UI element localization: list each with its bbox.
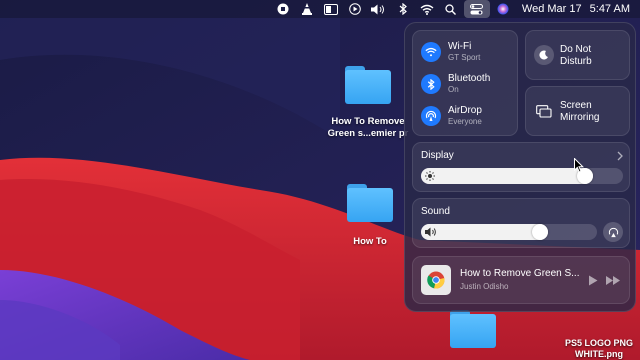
dnd-label: Do Not — [560, 44, 592, 55]
sound-label: Sound — [421, 206, 450, 217]
wifi-icon — [421, 42, 441, 62]
now-playing-title: How to Remove Green S... — [460, 268, 580, 279]
display-slider-fill — [421, 168, 593, 184]
dnd-label: Disturb — [560, 56, 592, 67]
sound-volume-slider[interactable] — [421, 224, 597, 240]
bluetooth-toggle[interactable]: Bluetooth On — [421, 73, 490, 95]
airdrop-icon — [421, 106, 441, 126]
airdrop-title: AirDrop — [448, 105, 482, 116]
wifi-icon[interactable] — [416, 0, 438, 18]
play-circle-icon[interactable] — [344, 0, 366, 18]
menu-bar: Wed Mar 17 5:47 AM — [0, 0, 640, 18]
chrome-icon — [421, 265, 451, 295]
search-icon[interactable] — [440, 0, 462, 18]
do-not-disturb-tile[interactable]: Do Not Disturb — [525, 30, 630, 80]
play-icon[interactable] — [588, 275, 598, 286]
desktop-file-ps5-logo-label[interactable]: PS5 LOGO PNG WHITE.png — [560, 338, 638, 360]
window-switcher-icon[interactable] — [320, 0, 342, 18]
screen-mirroring-label: Screen — [560, 100, 592, 111]
sun-icon — [425, 171, 435, 181]
display-brightness-slider[interactable] — [421, 168, 623, 184]
desktop-folder-label: How To — [353, 236, 387, 247]
menubar-date[interactable]: Wed Mar 17 — [522, 3, 582, 15]
screen-mirroring-tile[interactable]: Screen Mirroring — [525, 86, 630, 136]
wifi-title: Wi-Fi — [448, 41, 472, 52]
now-playing-artist: Justin Odisho — [460, 282, 509, 291]
menubar-time[interactable]: 5:47 AM — [590, 3, 630, 15]
speaker-icon — [425, 227, 436, 237]
desktop-file-label: WHITE.png — [575, 349, 623, 359]
connectivity-tile: Wi-Fi GT Sport Bluetooth On AirDrop Ever… — [412, 30, 518, 136]
display-label: Display — [421, 150, 454, 161]
mouse-cursor-icon — [574, 158, 584, 173]
display-tile: Display — [412, 142, 630, 192]
moon-icon — [534, 45, 554, 65]
screen-mirroring-icon — [534, 101, 554, 121]
wifi-toggle[interactable]: Wi-Fi GT Sport — [421, 41, 480, 63]
volume-icon[interactable] — [368, 0, 390, 18]
bluetooth-status: On — [448, 85, 459, 94]
vlc-cone-icon[interactable] — [296, 0, 318, 18]
desktop-folder-how-to[interactable]: How To — [334, 184, 406, 248]
desktop-folder-how-to-remove[interactable]: How To Remove Green s...emier pr — [320, 66, 416, 140]
airdrop-status: Everyone — [448, 117, 482, 126]
control-center-icon[interactable] — [463, 0, 490, 18]
wifi-network-name: GT Sport — [448, 53, 481, 62]
bluetooth-icon[interactable] — [392, 0, 414, 18]
desktop-folder-label: Green s...emier pr — [327, 128, 409, 139]
now-playing-tile[interactable]: How to Remove Green S... Justin Odisho — [412, 256, 630, 304]
bluetooth-icon — [421, 74, 441, 94]
record-icon[interactable] — [272, 0, 294, 18]
desktop-file-ps5-logo-folder[interactable] — [450, 310, 496, 348]
sound-tile: Sound — [412, 198, 630, 248]
sound-slider-fill — [421, 224, 548, 240]
bluetooth-title: Bluetooth — [448, 73, 491, 84]
sound-slider-knob[interactable] — [532, 224, 548, 240]
airdrop-toggle[interactable]: AirDrop Everyone — [421, 105, 482, 127]
desktop-folder-label: How To Remove — [331, 116, 405, 127]
fast-forward-icon[interactable] — [606, 276, 620, 285]
folder-icon — [347, 184, 393, 222]
siri-icon[interactable] — [492, 0, 514, 18]
screen-mirroring-label: Mirroring — [560, 112, 600, 123]
airplay-audio-icon[interactable] — [603, 222, 623, 242]
control-center-panel: Wi-Fi GT Sport Bluetooth On AirDrop Ever… — [404, 22, 636, 312]
folder-icon — [450, 310, 496, 348]
chevron-right-icon[interactable] — [617, 151, 623, 161]
desktop-file-label: PS5 LOGO PNG — [564, 338, 633, 348]
folder-icon — [345, 66, 391, 104]
